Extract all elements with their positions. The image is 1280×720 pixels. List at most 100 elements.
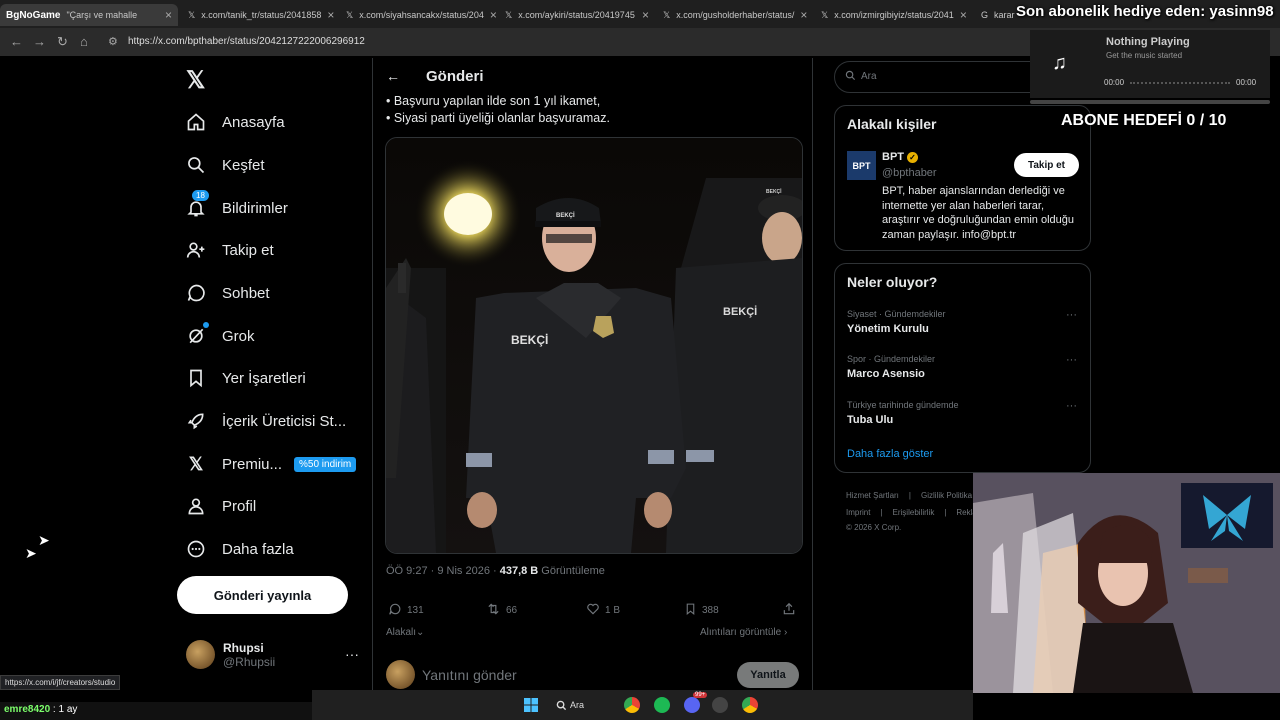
back-arrow-icon[interactable]: ←: [386, 68, 400, 84]
site-info-icon[interactable]: ⚙: [108, 35, 118, 48]
notification-badge: 18: [192, 190, 209, 201]
column-divider: [812, 58, 813, 720]
account-handle: @Rhupsii: [223, 654, 276, 669]
taskbar-search[interactable]: Ara: [570, 700, 584, 710]
follow-button[interactable]: Takip et: [1014, 153, 1079, 177]
browser-tab[interactable]: BgNoGame "Çarşı ve mahalle ×: [0, 4, 178, 26]
sidebar-item-follow[interactable]: Takip et: [184, 238, 274, 262]
browser-tab[interactable]: 𝕏 x.com/tanik_tr/status/2041858 ×: [182, 4, 338, 26]
repost-button[interactable]: 66: [486, 602, 517, 619]
music-note-icon: ♫: [1052, 52, 1067, 74]
chat-message: emre8420 : 1 ay: [0, 702, 312, 720]
browser-tab[interactable]: 𝕏 x.com/aykiri/status/20419745 ×: [499, 4, 655, 26]
sidebar-item-profile[interactable]: Profil: [184, 494, 256, 518]
sidebar-item-home[interactable]: Anasayfa: [184, 110, 285, 134]
footer-link[interactable]: Gizlilik Politika: [921, 491, 972, 500]
x-logo-icon: 𝕏: [188, 9, 196, 20]
chrome-icon[interactable]: [742, 697, 758, 713]
account-bio: BPT, haber ajanslarından derlediği ve in…: [882, 185, 1075, 241]
sidebar-item-label: Daha fazla: [222, 540, 294, 558]
more-icon[interactable]: ···: [1066, 400, 1077, 412]
avatar[interactable]: BPT: [847, 151, 876, 180]
view-quotes-link[interactable]: Alıntıları görüntüle ›: [700, 627, 787, 638]
spotify-icon[interactable]: [654, 697, 670, 713]
sort-dropdown[interactable]: Alakalı⌄: [386, 627, 424, 638]
bookmark-count: 388: [702, 605, 719, 616]
footer-link[interactable]: Hizmet Şartları: [846, 491, 899, 500]
x-logo-icon: 𝕏: [821, 9, 829, 20]
close-icon[interactable]: ×: [490, 8, 496, 22]
search-icon: [845, 70, 856, 84]
close-icon[interactable]: ×: [800, 8, 807, 22]
repost-count: 66: [506, 605, 518, 616]
obs-icon[interactable]: [712, 697, 728, 713]
x-logo-icon[interactable]: 𝕏: [186, 66, 205, 95]
sidebar-item-explore[interactable]: Keşfet: [184, 153, 265, 177]
bookmark-button[interactable]: 388: [684, 602, 719, 619]
footer-link[interactable]: Erişilebilirlik: [893, 508, 935, 517]
discord-icon[interactable]: 99+: [684, 692, 708, 713]
reply-button[interactable]: 131: [388, 602, 424, 619]
account-name[interactable]: BPT ✓: [882, 151, 918, 163]
status-url-tooltip: https://x.com/i/jf/creators/studio: [0, 675, 121, 690]
footer-link[interactable]: Imprint: [846, 508, 870, 517]
close-icon[interactable]: ×: [327, 8, 334, 22]
home-icon: [184, 110, 208, 134]
card-title: Alakalı kişiler: [847, 116, 937, 132]
taskbar-search-icon[interactable]: [556, 698, 567, 716]
account-name: Rhupsi: [223, 640, 264, 655]
browser-tab[interactable]: G karar: [975, 4, 1015, 26]
footer-separator: |: [944, 508, 947, 517]
cap-text: BEKÇİ: [556, 212, 575, 219]
close-icon[interactable]: ×: [642, 8, 649, 22]
post-button[interactable]: Gönderi yayınla: [177, 576, 348, 614]
browser-tab[interactable]: 𝕏 x.com/gusholderhaber/status/ ×: [657, 4, 813, 26]
x-logo-icon: 𝕏: [663, 9, 671, 20]
tab-label: x.com/tanik_tr/status/2041858: [201, 10, 322, 20]
account-switcher[interactable]: Rhupsi @Rhupsii: [186, 640, 275, 669]
back-arrow-icon[interactable]: ←: [10, 34, 23, 49]
share-button[interactable]: [782, 602, 796, 619]
more-icon[interactable]: ···: [345, 646, 359, 662]
url-field[interactable]: https://x.com/bpthaber/status/2042127222…: [128, 36, 365, 47]
close-icon[interactable]: ×: [960, 8, 967, 22]
page-title: Gönderi: [426, 68, 484, 85]
browser-tab[interactable]: 𝕏 x.com/izmirgibiyiz/status/2041 ×: [815, 4, 971, 26]
show-more-link[interactable]: Daha fazla göster: [847, 448, 933, 460]
windows-start-icon[interactable]: [524, 698, 538, 717]
home-icon[interactable]: ⌂: [80, 34, 88, 49]
footer-separator: |: [908, 491, 911, 500]
reload-icon[interactable]: ↻: [57, 34, 68, 50]
tab-label: x.com/izmirgibiyiz/status/2041: [834, 10, 954, 20]
footer-separator: |: [880, 508, 883, 517]
like-button[interactable]: 1 B: [586, 602, 620, 619]
more-icon[interactable]: ···: [1066, 309, 1077, 321]
more-circle-icon: [184, 537, 208, 561]
copyright-text: © 2026 X Corp.: [846, 523, 902, 532]
sidebar-item-notifications[interactable]: 18 Bildirimler: [184, 190, 288, 220]
notification-badge: 99+: [693, 692, 708, 698]
reply-icon: [388, 602, 402, 619]
forward-arrow-icon[interactable]: →: [33, 34, 46, 49]
sidebar-item-label: Grok: [222, 327, 255, 345]
badge-text: BEKÇİ: [723, 305, 757, 318]
sidebar-item-bookmarks[interactable]: Yer İşaretleri: [184, 366, 306, 390]
post-text-line: • Başvuru yapılan ilde son 1 yıl ikamet,: [386, 94, 601, 108]
sub-goal-overlay: ABONE HEDEFİ 0 / 10: [1061, 112, 1227, 129]
sidebar-item-grok[interactable]: Grok: [184, 322, 255, 348]
profile-icon: [184, 494, 208, 518]
reply-submit-button[interactable]: Yanıtla: [737, 662, 799, 688]
post-image[interactable]: BEKÇİ BEKÇİ BEKÇİ BEKÇİ: [385, 137, 803, 554]
close-icon[interactable]: ×: [165, 8, 172, 22]
sidebar-item-more[interactable]: Daha fazla: [184, 537, 294, 561]
sidebar-item-chat[interactable]: Sohbet: [184, 281, 270, 305]
google-icon: G: [981, 10, 989, 20]
account-name-text: BPT: [882, 151, 904, 163]
avatar: [386, 660, 415, 689]
browser-tab[interactable]: 𝕏 x.com/siyahsancakx/status/204 ×: [340, 4, 496, 26]
sidebar-item-premium[interactable]: 𝕏 Premiu... %50 indirim: [184, 452, 357, 476]
reply-input[interactable]: Yanıtını gönder: [422, 667, 517, 683]
chrome-icon[interactable]: [624, 697, 640, 713]
more-icon[interactable]: ···: [1066, 354, 1077, 366]
sidebar-item-creator-studio[interactable]: İçerik Üreticisi St...: [184, 409, 346, 433]
